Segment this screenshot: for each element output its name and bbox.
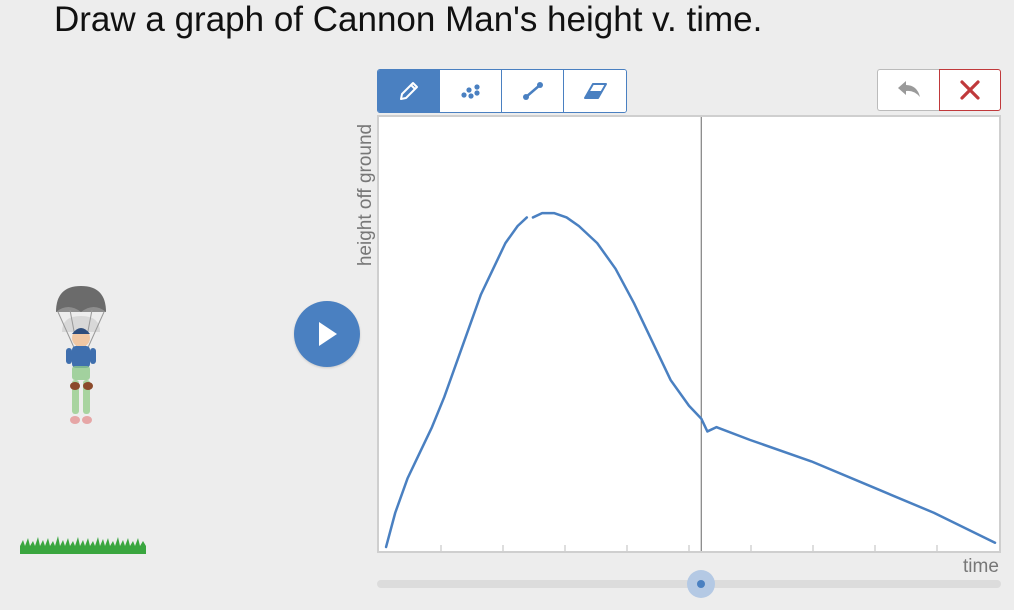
question-prompt: Draw a graph of Cannon Man's height v. t… xyxy=(54,0,763,39)
time-slider-thumb[interactable] xyxy=(687,570,716,598)
play-button[interactable] xyxy=(294,301,360,367)
scatter-points-icon xyxy=(460,84,480,99)
undo-button[interactable] xyxy=(877,69,939,111)
drawn-curve-segment-3 xyxy=(715,425,997,544)
line-segment-icon xyxy=(522,82,543,100)
y-axis-label: height off ground xyxy=(355,123,376,267)
drawing-canvas[interactable] xyxy=(377,115,1001,553)
pencil-icon xyxy=(399,82,418,100)
line-tool-button[interactable] xyxy=(502,70,564,112)
close-x-icon xyxy=(960,80,980,100)
eraser-tool-button[interactable] xyxy=(564,70,626,112)
undo-arrow-icon xyxy=(897,81,920,97)
graph-svg xyxy=(384,117,997,551)
drawing-tools-group xyxy=(377,69,627,113)
cannon-man-parachute-figure xyxy=(56,286,106,424)
grass-ground xyxy=(20,536,146,554)
x-axis-label: time xyxy=(963,556,999,577)
pencil-tool-button[interactable] xyxy=(378,70,440,112)
drawn-curve-segment-1 xyxy=(384,216,529,549)
drawn-curve-segment-2 xyxy=(531,211,718,433)
points-tool-button[interactable] xyxy=(440,70,502,112)
eraser-icon xyxy=(584,83,607,99)
clear-graph-button[interactable] xyxy=(939,69,1001,111)
play-icon xyxy=(319,322,337,346)
history-controls xyxy=(877,69,1001,111)
